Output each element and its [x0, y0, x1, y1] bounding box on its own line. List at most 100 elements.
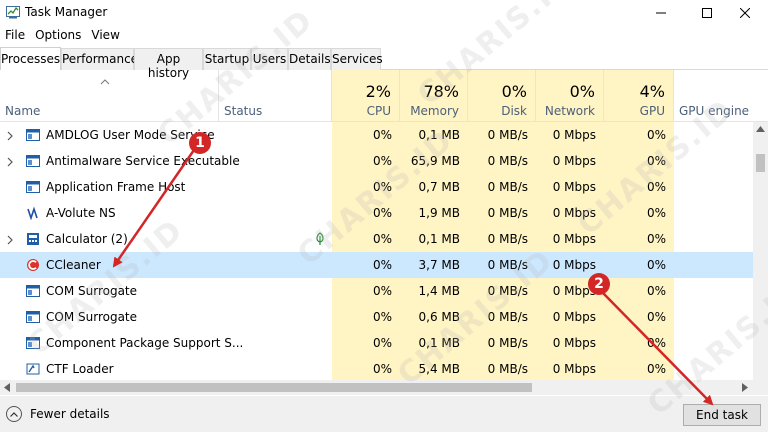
process-disk-value: 0 MB/s: [468, 148, 536, 174]
process-name: CTF Loader: [46, 362, 114, 376]
process-row[interactable]: CTF Loader 0% 5,4 MB 0 MB/s 0 Mbps 0%: [0, 356, 753, 380]
header-network[interactable]: 0% Network: [536, 70, 604, 122]
process-cpu-value: 0%: [332, 122, 400, 148]
suspended-leaf-icon: [315, 232, 325, 246]
process-row[interactable]: Application Frame Host 0% 0,7 MB 0 MB/s 0 Mb…: [0, 174, 753, 200]
ccleaner-icon: [26, 258, 40, 272]
tab-details[interactable]: Details: [288, 48, 331, 70]
process-gpu-value: 0%: [604, 356, 674, 380]
horizontal-scroll-thumb[interactable]: [16, 383, 532, 392]
tab-performance[interactable]: Performance: [61, 48, 138, 70]
tab-app-history[interactable]: App history: [134, 48, 203, 80]
process-row[interactable]: A-Volute NS 0% 1,9 MB 0 MB/s 0 Mbps 0%: [0, 200, 753, 226]
end-task-button[interactable]: End task: [683, 404, 761, 426]
process-cpu-value: 0%: [332, 356, 400, 380]
process-gpu-value: 0%: [604, 148, 674, 174]
fewer-details-button[interactable]: Fewer details: [6, 406, 110, 422]
vertical-scrollbar[interactable]: [753, 122, 768, 380]
process-memory-value: 5,4 MB: [400, 356, 468, 380]
process-row[interactable]: Calculator (2) 0% 0,1 MB 0 MB/s 0 Mbps 0%: [0, 226, 753, 252]
maximize-icon: [702, 7, 712, 18]
vertical-scroll-thumb[interactable]: [756, 154, 765, 172]
tab-startup[interactable]: Startup: [203, 48, 251, 70]
header-memory[interactable]: 78% Memory: [400, 70, 468, 122]
header-cpu[interactable]: 2% CPU: [332, 70, 400, 122]
tab-users[interactable]: Users: [251, 48, 288, 70]
task-manager-icon: [6, 6, 20, 19]
process-name: Antimalware Service Executable: [46, 154, 240, 168]
process-memory-value: 0,7 MB: [400, 174, 468, 200]
process-network-value: 0 Mbps: [536, 252, 604, 278]
scroll-right-icon[interactable]: [742, 383, 748, 392]
tab-processes[interactable]: Processes: [0, 47, 61, 70]
process-row[interactable]: CCleaner 0% 3,7 MB 0 MB/s 0 Mbps 0%: [0, 252, 753, 278]
process-cpu-value: 0%: [332, 330, 400, 356]
expand-chevron-icon[interactable]: [6, 156, 14, 167]
process-row[interactable]: Component Package Support S... 0% 0,1 MB 0 …: [0, 330, 753, 356]
menu-bar: File Options View: [0, 25, 125, 45]
header-gpu-pct: 4%: [639, 82, 665, 101]
process-memory-value: 0,6 MB: [400, 304, 468, 330]
process-memory-value: 3,7 MB: [400, 252, 468, 278]
process-network-value: 0 Mbps: [536, 200, 604, 226]
scroll-left-icon[interactable]: [4, 383, 10, 392]
process-gpu-value: 0%: [604, 304, 674, 330]
sort-up-icon: [100, 79, 110, 85]
expand-chevron-icon[interactable]: [6, 234, 14, 245]
process-disk-value: 0 MB/s: [468, 200, 536, 226]
process-network-value: 0 Mbps: [536, 304, 604, 330]
process-row[interactable]: AMDLOG User Mode Service 0% 0,1 MB 0 MB/s 0 …: [0, 122, 753, 148]
header-status[interactable]: Status: [219, 70, 332, 122]
close-button[interactable]: [722, 0, 768, 25]
process-disk-value: 0 MB/s: [468, 330, 536, 356]
process-gpu-value: 0%: [604, 200, 674, 226]
calculator-icon: [26, 232, 40, 246]
process-row[interactable]: Antimalware Service Executable 0% 65,9 MB 0…: [0, 148, 753, 174]
process-name: A-Volute NS: [46, 206, 116, 220]
header-memory-pct: 78%: [423, 82, 459, 101]
process-disk-value: 0 MB/s: [468, 122, 536, 148]
avolute-icon: [26, 206, 40, 221]
expand-chevron-icon[interactable]: [6, 130, 14, 141]
horizontal-scrollbar[interactable]: [0, 380, 753, 395]
process-name: Component Package Support S...: [46, 336, 244, 350]
app-window-icon: [26, 336, 40, 350]
menu-file[interactable]: File: [0, 25, 30, 45]
minimize-button[interactable]: [638, 0, 684, 25]
process-name: COM Surrogate: [46, 284, 138, 298]
process-disk-value: 0 MB/s: [468, 304, 536, 330]
process-gpu-value: 0%: [604, 226, 674, 252]
header-gpu-engine[interactable]: GPU engine: [674, 70, 768, 122]
menu-options[interactable]: Options: [30, 25, 86, 45]
chevron-up-icon: [6, 406, 22, 422]
header-status-label: Status: [224, 104, 263, 118]
tab-services[interactable]: Services: [331, 48, 383, 70]
process-row[interactable]: COM Surrogate 0% 0,6 MB 0 MB/s 0 Mbps 0%: [0, 304, 753, 330]
header-gpu[interactable]: 4% GPU: [604, 70, 674, 122]
process-disk-value: 0 MB/s: [468, 356, 536, 380]
header-gpu-label: GPU: [639, 104, 665, 118]
process-gpu-value: 0%: [604, 122, 674, 148]
minimize-icon: [656, 12, 666, 13]
process-list: AMDLOG User Mode Service 0% 0,1 MB 0 MB/s 0 …: [0, 122, 753, 380]
app-window-icon: [26, 180, 40, 194]
header-name[interactable]: Name: [0, 70, 219, 122]
process-network-value: 0 Mbps: [536, 122, 604, 148]
header-disk-label: Disk: [501, 104, 527, 118]
process-name: Application Frame Host: [46, 180, 186, 194]
process-network-value: 0 Mbps: [536, 278, 604, 304]
header-gpu-engine-label: GPU engine: [679, 104, 750, 118]
process-gpu-value: 0%: [604, 252, 674, 278]
process-cpu-value: 0%: [332, 252, 400, 278]
process-cpu-value: 0%: [332, 304, 400, 330]
process-memory-value: 0,1 MB: [400, 226, 468, 252]
tab-strip: Processes Performance App history Startu…: [0, 47, 768, 80]
process-gpu-value: 0%: [604, 330, 674, 356]
footer-bar: Fewer details End task: [0, 396, 768, 432]
menu-view[interactable]: View: [86, 25, 124, 45]
header-disk-pct: 0%: [501, 82, 527, 101]
scroll-up-icon[interactable]: [756, 126, 765, 132]
process-memory-value: 65,9 MB: [400, 148, 468, 174]
header-disk[interactable]: 0% Disk: [468, 70, 536, 122]
process-row[interactable]: COM Surrogate 0% 1,4 MB 0 MB/s 0 Mbps 0%: [0, 278, 753, 304]
